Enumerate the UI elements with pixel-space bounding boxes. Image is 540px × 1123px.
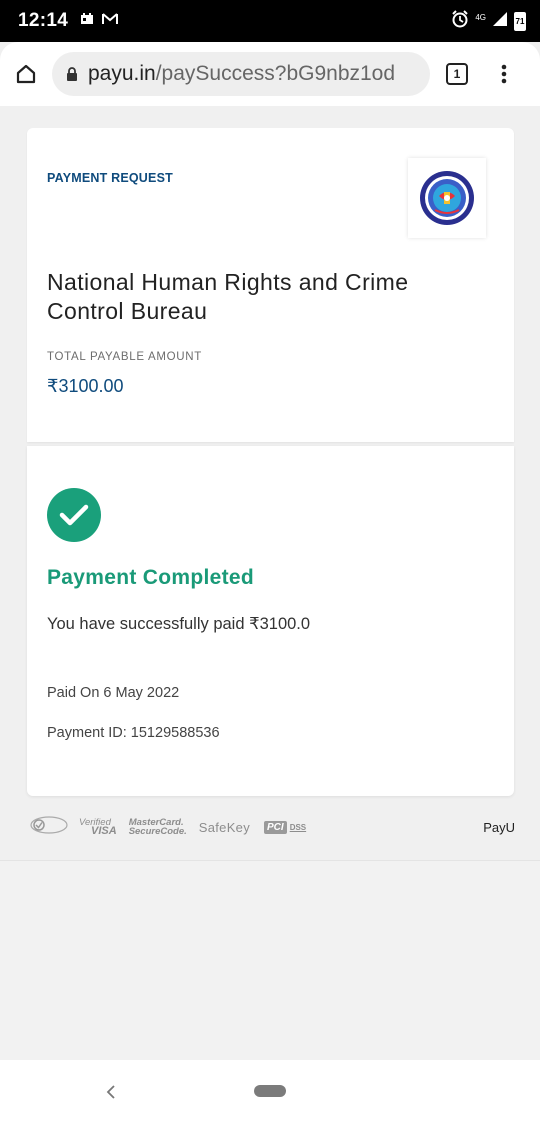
signal-icon: [492, 11, 508, 32]
calendar-icon: [80, 12, 94, 30]
system-navigation-bar: [0, 1060, 540, 1123]
url-text: payu.in/paySuccess?bG9nbz1od: [88, 62, 395, 86]
battery-level: 71: [515, 16, 525, 26]
mastercard-securecode-badge: MasterCard. SecureCode.: [128, 818, 187, 837]
alarm-icon: [451, 9, 469, 33]
tab-count: 1: [446, 63, 468, 85]
success-check-icon: [47, 488, 101, 542]
gmail-icon: [102, 12, 119, 30]
payment-success-message: You have successfully paid ₹3100.0: [47, 615, 311, 633]
security-badges-row: Verified VISA MasterCard. SecureCode. Sa…: [30, 814, 515, 840]
url-path: /paySuccess?bG9nbz1od: [155, 62, 396, 85]
merchant-logo: [408, 158, 486, 238]
merchant-seal-icon: [420, 171, 474, 225]
network-label: 4G: [475, 12, 486, 22]
back-chevron-icon[interactable]: [106, 1080, 116, 1106]
browser-toolbar: payu.in/paySuccess?bG9nbz1od 1: [0, 42, 540, 106]
trust-seal-icon: [30, 815, 68, 839]
battery-icon: 71: [514, 11, 526, 31]
page-blank-area: [0, 860, 540, 1061]
dss-label: DSS: [289, 822, 307, 832]
pci-dss-badge: PCI DSS: [264, 820, 307, 834]
total-payable-amount: ₹3100.00: [47, 376, 124, 396]
home-gesture-pill[interactable]: [254, 1085, 286, 1097]
payment-request-label: PAYMENT REQUEST: [47, 171, 173, 185]
visa-line2: VISA: [91, 825, 117, 837]
payment-result-card: Payment Completed You have successfully …: [27, 446, 514, 796]
payment-status-title: Payment Completed: [47, 566, 254, 589]
status-bar: 12:14 4G 71: [0, 0, 540, 42]
home-button[interactable]: [0, 42, 52, 106]
status-time: 12:14: [18, 10, 69, 31]
merchant-name: National Human Rights and Crime Control …: [47, 269, 409, 324]
payment-request-card: PAYMENT REQUEST National Human Rights an…: [27, 128, 514, 442]
more-vert-icon: [501, 64, 507, 84]
total-payable-label: TOTAL PAYABLE AMOUNT: [47, 351, 203, 363]
lock-icon: [67, 66, 77, 81]
verified-by-visa-badge: Verified VISA: [79, 818, 117, 837]
tab-switcher-button[interactable]: 1: [430, 42, 484, 106]
payu-logo: PayU: [483, 819, 515, 835]
browser-menu-button[interactable]: [484, 42, 524, 106]
paid-on-date: Paid On 6 May 2022: [47, 685, 180, 701]
payment-id: Payment ID: 15129588536: [47, 725, 220, 741]
url-domain: payu.in: [88, 62, 156, 85]
home-icon: [16, 64, 36, 84]
safekey-badge: SafeKey: [198, 819, 251, 835]
address-bar[interactable]: payu.in/paySuccess?bG9nbz1od: [52, 52, 430, 96]
pci-label: PCI: [264, 820, 287, 834]
mastercard-line2: SecureCode.: [128, 826, 187, 837]
